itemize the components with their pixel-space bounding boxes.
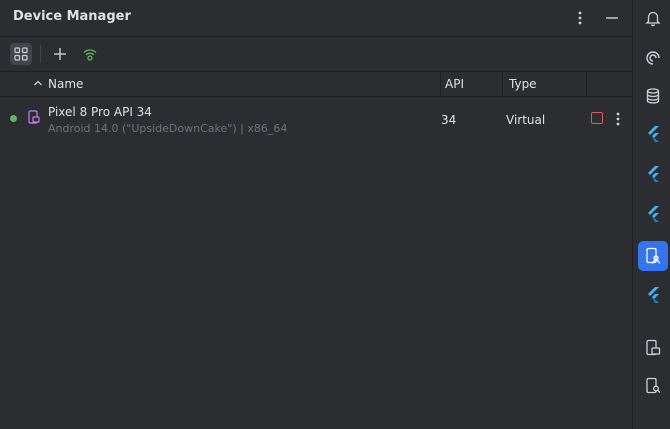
column-api[interactable]: API	[440, 72, 502, 96]
swirl-icon[interactable]	[639, 44, 667, 72]
virtual-device-icon	[27, 110, 41, 127]
stop-icon[interactable]	[591, 112, 603, 124]
right-tool-rail	[632, 0, 670, 429]
table-row[interactable]: Pixel 8 Pro API 34 Android 14.0 ("Upside…	[0, 97, 632, 142]
column-type[interactable]: Type	[502, 72, 586, 96]
minimize-icon[interactable]	[602, 8, 622, 28]
device-api: 34	[441, 113, 457, 127]
status-dot	[10, 115, 17, 122]
flutter-icon[interactable]	[639, 120, 667, 148]
flutter-icon[interactable]	[639, 200, 667, 228]
more-vertical-icon[interactable]	[570, 8, 590, 28]
notifications-icon[interactable]	[639, 4, 667, 32]
column-api-label: API	[445, 77, 464, 91]
grid-view-icon[interactable]	[10, 43, 32, 65]
panel-title: Device Manager	[13, 9, 131, 24]
device-manager-panel: Device Manager Name API Type Pixel 8 Pro…	[0, 0, 632, 429]
device-explorer-icon[interactable]	[639, 372, 667, 400]
device-name: Pixel 8 Pro API 34	[48, 105, 152, 119]
column-type-label: Type	[509, 77, 537, 91]
toolbar	[0, 37, 632, 72]
column-actions	[586, 72, 633, 96]
device-subtitle: Android 14.0 ("UpsideDownCake") | x86_64	[48, 122, 288, 135]
more-vertical-icon[interactable]	[611, 110, 625, 128]
flutter-icon[interactable]	[639, 160, 667, 188]
toolbar-separator	[40, 45, 41, 63]
title-bar: Device Manager	[0, 0, 632, 37]
wifi-pair-icon[interactable]	[79, 43, 101, 65]
device-manager-icon[interactable]	[638, 241, 668, 271]
title-actions	[570, 8, 622, 28]
database-icon[interactable]	[639, 82, 667, 110]
flutter-icon[interactable]	[639, 281, 667, 309]
device-type: Virtual	[506, 113, 546, 127]
column-name[interactable]: Name	[28, 72, 440, 96]
running-devices-icon[interactable]	[639, 334, 667, 362]
column-name-label: Name	[48, 77, 84, 91]
add-icon[interactable]	[49, 43, 71, 65]
table-header: Name API Type	[0, 72, 632, 97]
